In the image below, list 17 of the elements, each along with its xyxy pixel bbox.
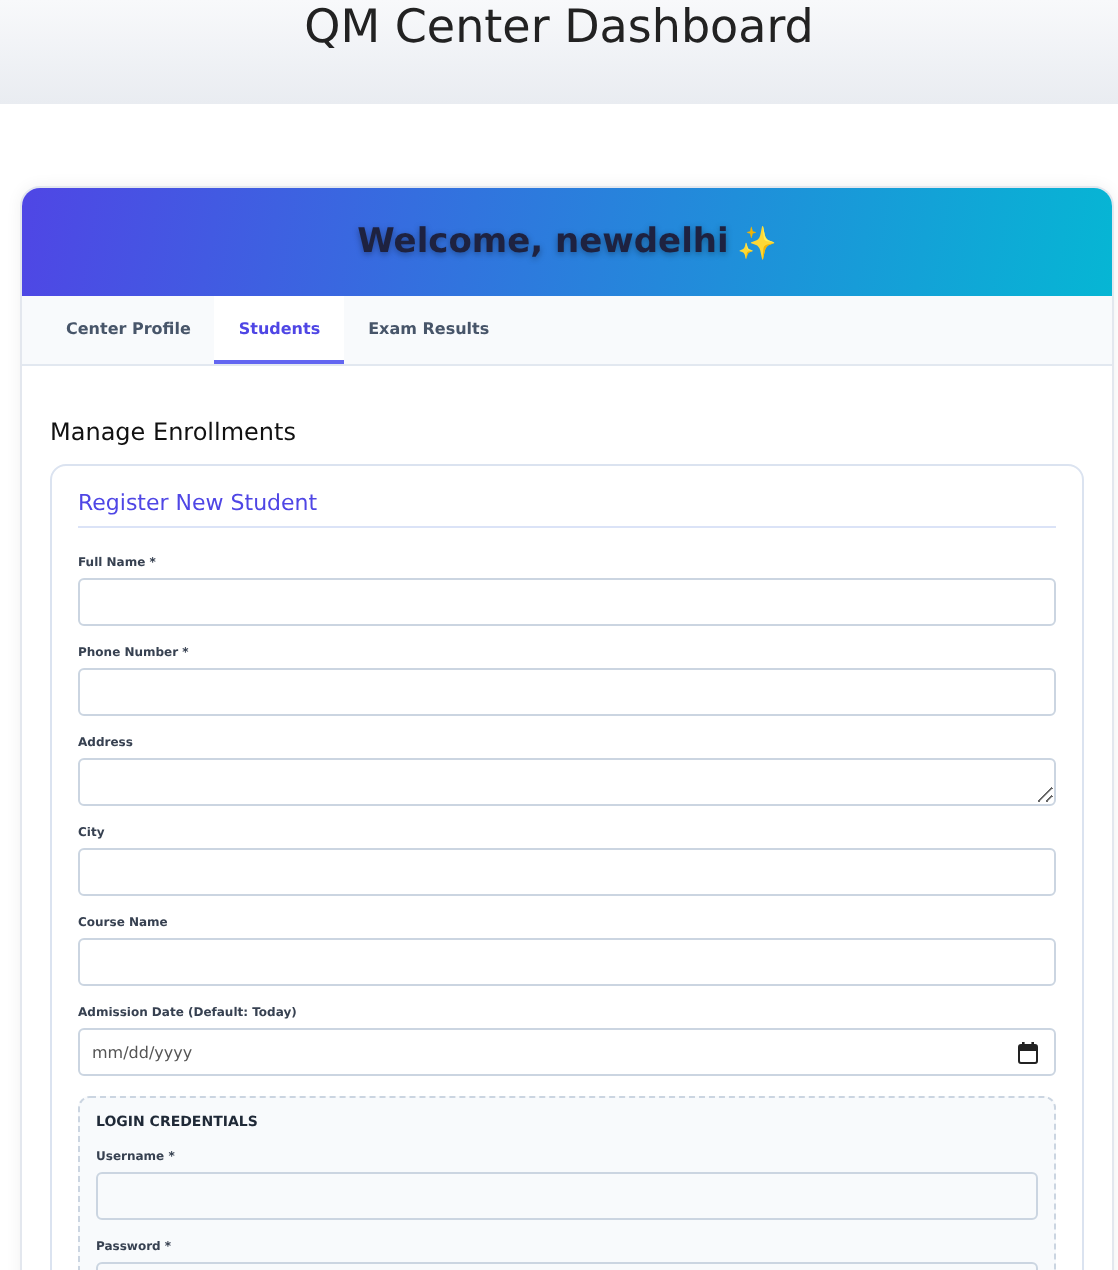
input-field[interactable] bbox=[78, 578, 1056, 626]
tab[interactable]: Students bbox=[214, 296, 345, 364]
section-title: Manage Enrollments bbox=[50, 418, 298, 446]
input-field[interactable] bbox=[96, 1172, 1038, 1220]
sparkles-icon: ✨ bbox=[736, 223, 777, 261]
input-field[interactable] bbox=[78, 938, 1056, 986]
input-field[interactable] bbox=[78, 848, 1056, 896]
page-title: QM Center Dashboard bbox=[304, 0, 814, 58]
welcome-text: Welcome, newdelhi bbox=[357, 222, 729, 262]
form-title: Register New Student bbox=[78, 490, 1056, 528]
tab[interactable]: Exam Results bbox=[344, 296, 514, 364]
date-placeholder: mm/dd/yyyy bbox=[92, 1043, 193, 1061]
input-field[interactable] bbox=[78, 668, 1056, 716]
date-field[interactable]: mm/dd/yyyy bbox=[78, 1028, 1056, 1076]
input-field[interactable] bbox=[78, 758, 1056, 806]
tab[interactable]: Center Profile bbox=[42, 296, 215, 364]
calendar-icon[interactable] bbox=[1018, 1041, 1038, 1063]
